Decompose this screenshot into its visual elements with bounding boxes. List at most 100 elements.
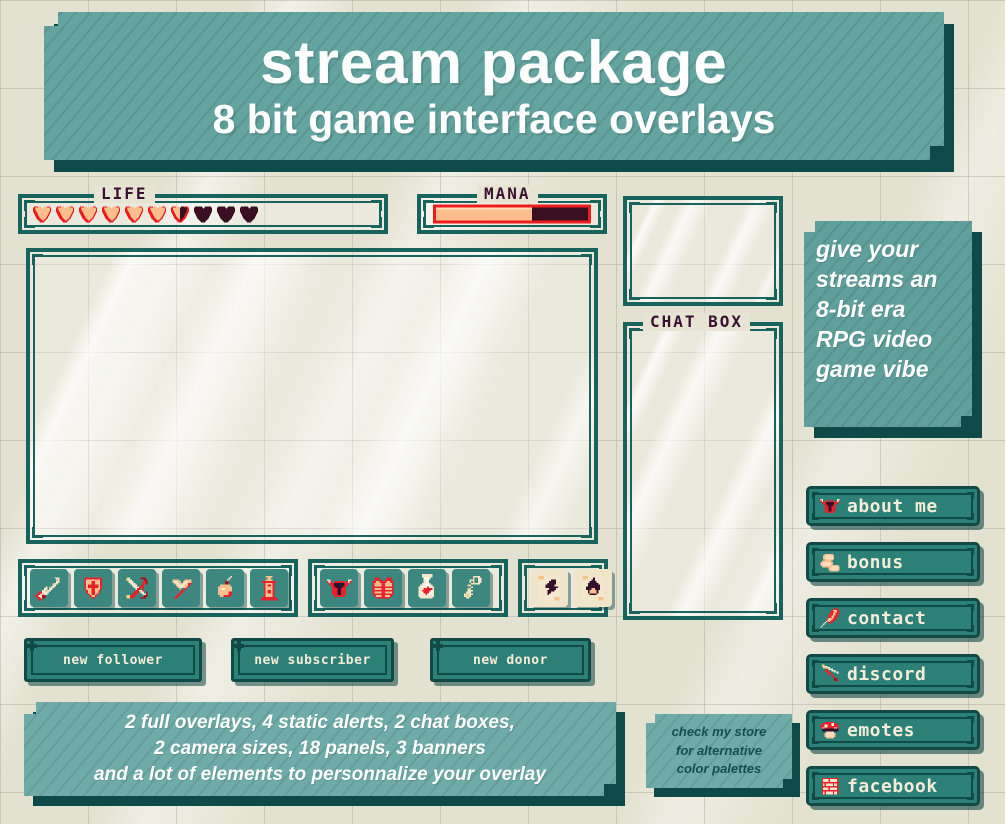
frame-corner-tr (371, 200, 382, 211)
store-line-2: for alternative (676, 742, 762, 758)
heart-empty (216, 205, 237, 224)
facebook-button[interactable]: facebook (806, 766, 980, 806)
life-label: LIFE (94, 185, 155, 203)
discord-button[interactable]: discord (806, 654, 980, 694)
button-corner-br (967, 569, 974, 576)
frame-corner-bl (629, 603, 640, 614)
button-corner-br (967, 793, 974, 800)
info-line-3: and a lot of elements to personnalize yo… (94, 764, 546, 786)
emotes-button[interactable]: emotes (806, 710, 980, 750)
promo-line-4: RPG video (816, 325, 933, 352)
alert-new-follower[interactable]: new follower (24, 638, 202, 682)
shield-icon (79, 574, 107, 602)
contact-label: contact (847, 607, 927, 629)
inventory-slot[interactable] (206, 569, 244, 607)
alert-new-donor[interactable]: new donor (430, 638, 591, 682)
frame-corner-tr (581, 254, 592, 265)
inventory-slots (530, 569, 612, 607)
button-corner-bl (812, 681, 819, 688)
potion-icon (413, 574, 441, 602)
button-corner-bl (812, 513, 819, 520)
bomb-icon (211, 574, 239, 602)
axe-icon (167, 574, 195, 602)
about-me-button[interactable]: about me (806, 486, 980, 526)
inventory-slot[interactable] (320, 569, 358, 607)
helmet-icon (819, 495, 841, 517)
frame-corner-tl (629, 328, 640, 339)
promo-panel-text: give your streams an 8-bit era RPG video… (816, 235, 962, 417)
button-corner-bl (812, 793, 819, 800)
title-banner: stream package 8 bit game interface over… (44, 12, 954, 172)
camera-box (623, 196, 783, 306)
heart-full (32, 205, 53, 224)
frame-corner-tl (629, 202, 640, 213)
inventory-panel-gear (308, 559, 508, 617)
store-line-1: check my store (671, 724, 767, 740)
brick-icon (819, 775, 841, 797)
chat-box-panel: CHAT BOX (623, 313, 783, 620)
mana-fill (436, 207, 532, 221)
inventory-slot[interactable] (452, 569, 490, 607)
mana-bar-panel: MANA (417, 185, 607, 234)
alert-new-subscriber[interactable]: new subscriber (231, 638, 394, 682)
inventory-slot[interactable] (118, 569, 156, 607)
alert-label: new follower (63, 652, 163, 668)
main-overlay-area (26, 248, 598, 544)
chat-box-label: CHAT BOX (643, 313, 751, 331)
inventory-slot[interactable] (74, 569, 112, 607)
inventory-slot[interactable] (574, 569, 612, 607)
button-corner-tl (812, 604, 819, 611)
button-corner-br (967, 737, 974, 744)
inventory-slot[interactable] (364, 569, 402, 607)
about-me-label: about me (847, 495, 938, 517)
button-corner-tr (967, 604, 974, 611)
frame-corner-bl (32, 527, 43, 538)
heart-empty (239, 205, 260, 224)
inventory-slots (320, 569, 496, 607)
button-corner-tr (967, 660, 974, 667)
bonus-label: bonus (847, 551, 904, 573)
button-corner-tl (812, 716, 819, 723)
mushroom-icon (819, 719, 841, 741)
info-line-1: 2 full overlays, 4 static alerts, 2 chat… (125, 711, 515, 733)
heart-full (78, 205, 99, 224)
promo-line-5: game vibe (816, 355, 929, 382)
frame-corner-br (766, 289, 777, 300)
inventory-slot[interactable] (30, 569, 68, 607)
promo-line-1: give your (816, 236, 919, 262)
inventory-slots (30, 569, 288, 607)
info-line-2: 2 camera sizes, 18 panels, 3 banners (154, 737, 486, 759)
sword-icon (35, 574, 63, 602)
armor-icon (369, 574, 397, 602)
inventory-slot[interactable] (162, 569, 200, 607)
key-icon (457, 574, 485, 602)
frame-corner-bl (629, 289, 640, 300)
contact-button[interactable]: contact (806, 598, 980, 638)
lightning-scroll-icon (535, 574, 563, 602)
info-banner: 2 full overlays, 4 static alerts, 2 chat… (24, 702, 625, 806)
button-corner-tl (812, 660, 819, 667)
mana-label: MANA (477, 185, 538, 203)
fire-scroll-icon (579, 574, 607, 602)
button-corner-tl (812, 772, 819, 779)
inventory-slot[interactable] (408, 569, 446, 607)
frame-corner-br (581, 527, 592, 538)
inventory-slot[interactable] (250, 569, 288, 607)
frame-corner-tl (32, 254, 43, 265)
store-line-3: color palettes (676, 761, 762, 777)
bow-icon (123, 574, 151, 602)
heart-full (101, 205, 122, 224)
bonus-button[interactable]: bonus (806, 542, 980, 582)
frame-corner-br (371, 217, 382, 228)
inventory-slot[interactable] (530, 569, 568, 607)
page-title: stream package (260, 28, 728, 96)
frame-corner-tr (590, 200, 601, 211)
quill-icon (819, 607, 841, 629)
button-corner-bl (812, 737, 819, 744)
lantern-icon (255, 574, 283, 602)
heart-half (170, 205, 191, 224)
info-banner-text: 2 full overlays, 4 static alerts, 2 chat… (24, 702, 616, 796)
button-corner-br (967, 681, 974, 688)
promo-panel: give your streams an 8-bit era RPG video… (804, 221, 982, 438)
helmet-icon (325, 574, 353, 602)
